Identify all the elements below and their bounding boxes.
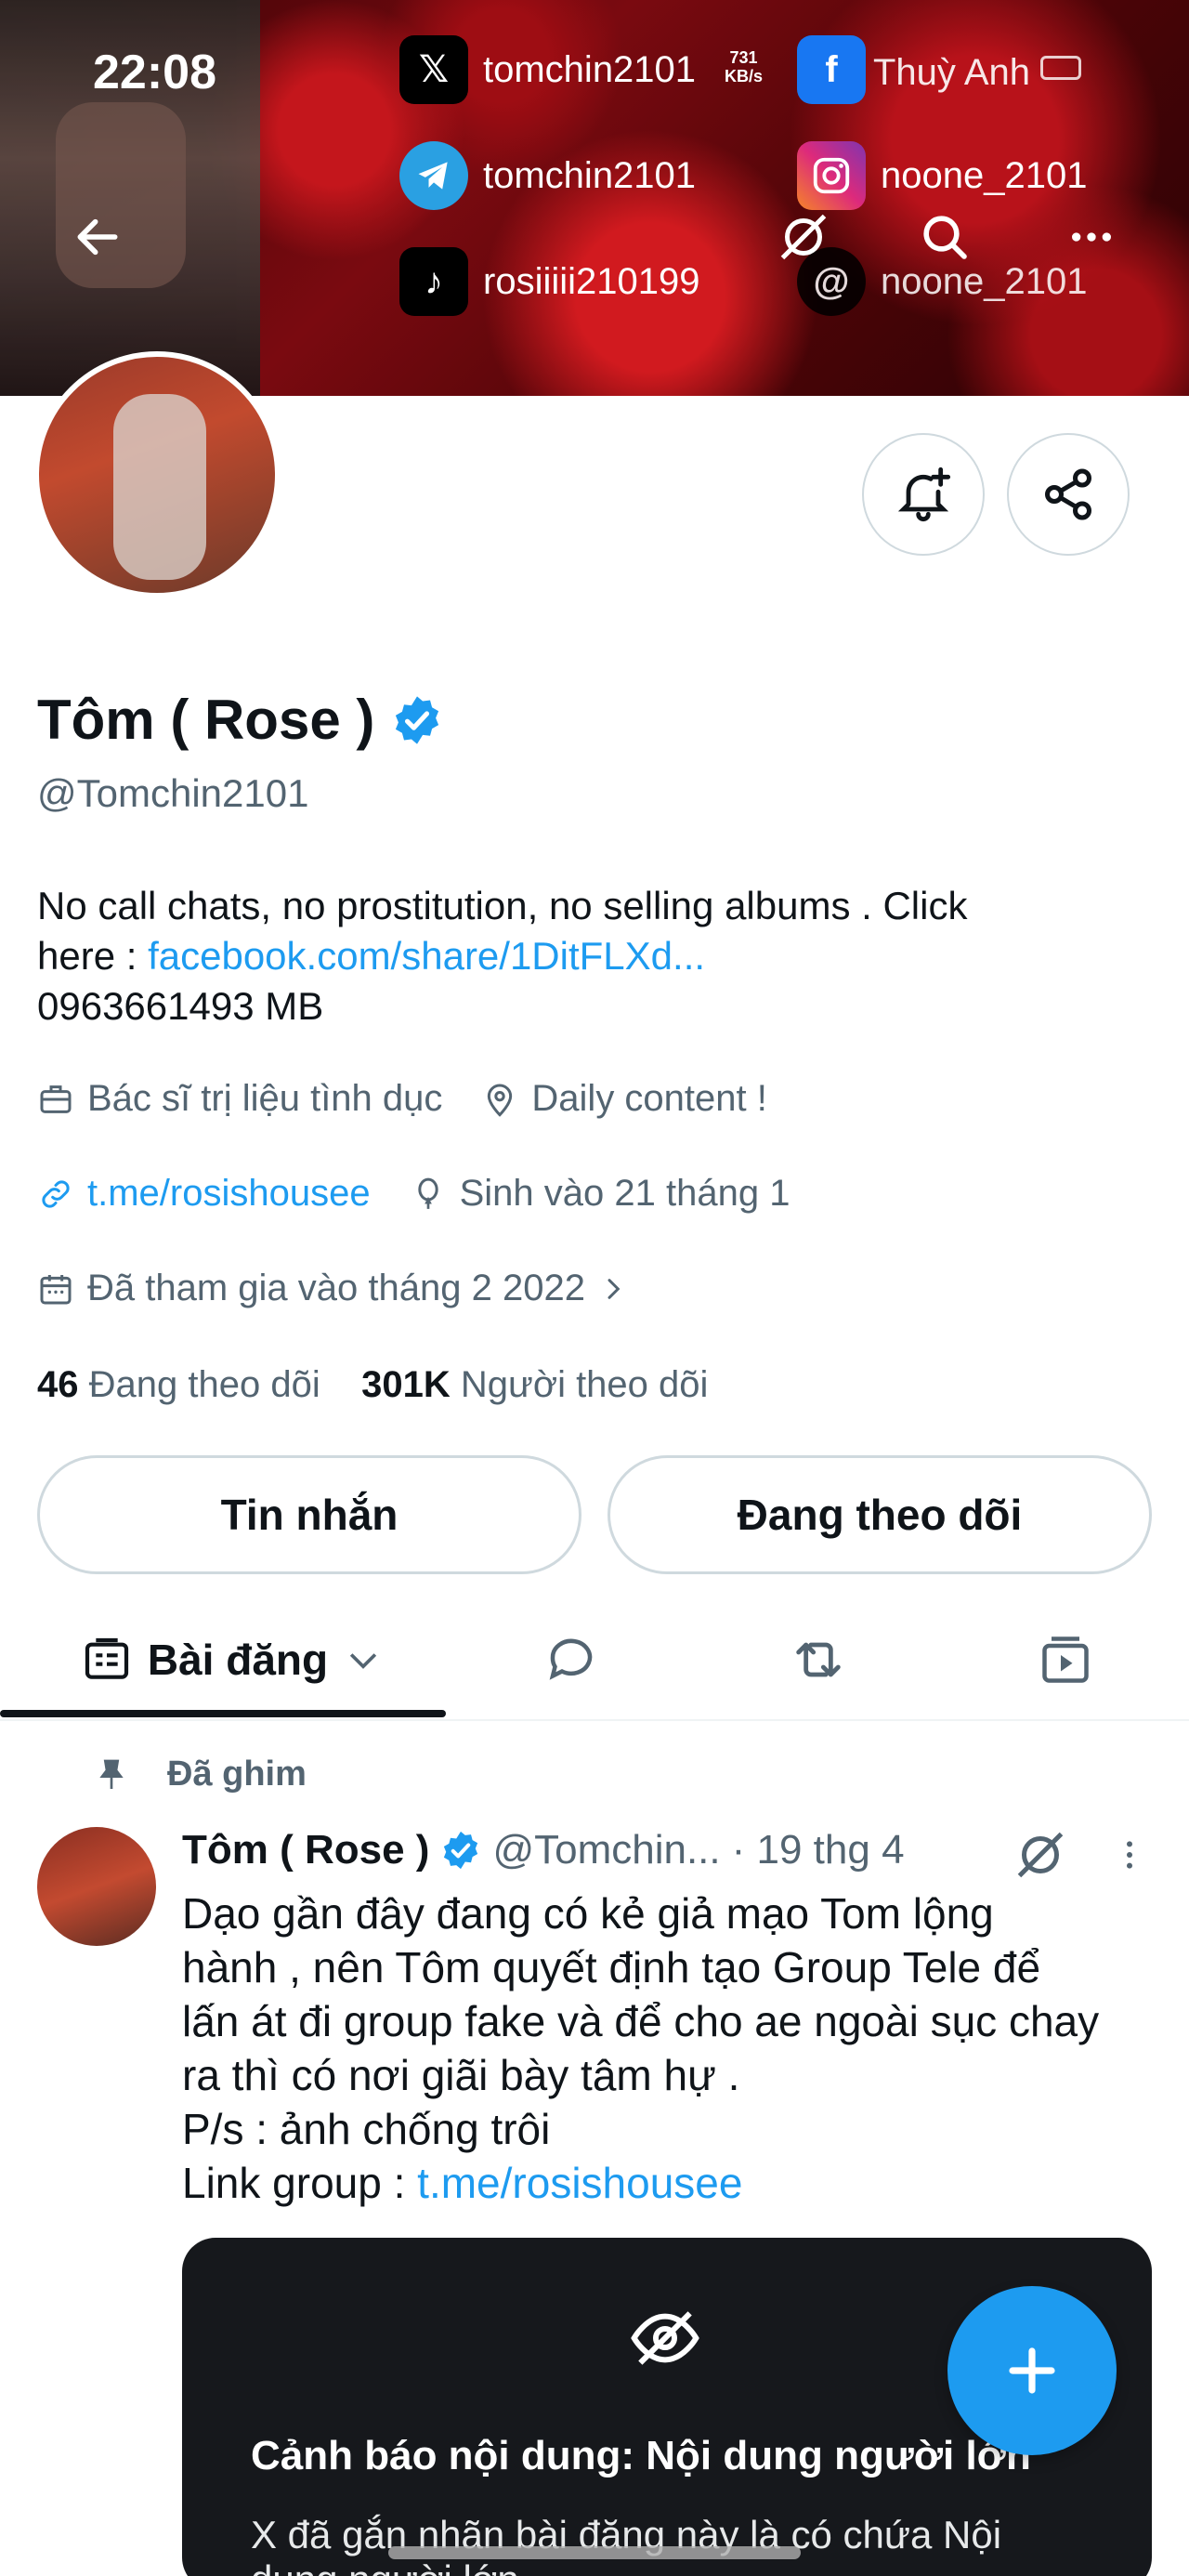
post-line: hành , nên Tôm quyết định tạo Group Tele… bbox=[182, 1943, 1041, 1991]
post-handle: @Tomchin... bbox=[492, 1827, 721, 1873]
chevron-right-icon bbox=[608, 1278, 621, 1299]
social-telegram: tomchin2101 bbox=[399, 141, 696, 210]
repost-icon bbox=[796, 1642, 841, 1677]
bio-line: No call chats, no prostitution, no selli… bbox=[37, 884, 968, 927]
tab-media[interactable] bbox=[1014, 1598, 1117, 1721]
profile-name-text: Tôm ( Rose ) bbox=[37, 689, 375, 751]
x-logo-icon: 𝕏 bbox=[399, 35, 468, 104]
more-button[interactable] bbox=[1059, 204, 1124, 269]
search-icon bbox=[923, 216, 967, 259]
post-line: Dạo gần đây đang có kẻ giả mạo Tom lộng bbox=[182, 1889, 994, 1938]
grok-button[interactable] bbox=[771, 204, 836, 269]
follow-counts: 46 Đang theo dõi 301K Người theo dõi bbox=[37, 1364, 708, 1406]
post-author[interactable]: Tôm ( Rose ) bbox=[182, 1827, 429, 1873]
search-button[interactable] bbox=[912, 204, 977, 269]
media-play-icon bbox=[1042, 1636, 1089, 1683]
grok-icon bbox=[1017, 1832, 1064, 1878]
post-more-button[interactable] bbox=[1111, 1827, 1148, 1886]
profile-birthday: Sinh vào 21 tháng 1 bbox=[459, 1173, 790, 1214]
post-avatar[interactable] bbox=[37, 1827, 156, 1946]
back-button[interactable] bbox=[65, 204, 130, 269]
profile-joined: Đã tham gia vào tháng 2 2022 bbox=[87, 1268, 585, 1308]
profile-meta-row-2: t.me/rosishousee Sinh vào 21 tháng 1 bbox=[37, 1173, 790, 1215]
profile-job: Bác sĩ trị liệu tình dục bbox=[87, 1078, 443, 1119]
post-line: lấn át đi group fake và để cho ae ngoài … bbox=[182, 1997, 1100, 2045]
battery-icon bbox=[1040, 56, 1081, 80]
tab-reposts[interactable] bbox=[767, 1598, 869, 1721]
chevron-down-icon bbox=[349, 1653, 377, 1669]
bio-facebook-link[interactable]: facebook.com/share/1DitFLXd... bbox=[148, 934, 705, 978]
balloon-icon bbox=[417, 1177, 438, 1209]
tab-posts-label: Bài đăng bbox=[147, 1636, 329, 1684]
carrier-name: Thuỳ Anh bbox=[873, 52, 1031, 93]
profile-joined-row[interactable]: Đã tham gia vào tháng 2 2022 bbox=[37, 1268, 628, 1309]
profile-tabs: Bài đăng bbox=[0, 1598, 1189, 1721]
post-group-link[interactable]: t.me/rosishousee bbox=[417, 2159, 742, 2207]
social-tiktok: ♪ rosiiiii210199 bbox=[399, 247, 699, 316]
status-time: 22:08 bbox=[93, 46, 216, 99]
tab-replies[interactable] bbox=[520, 1598, 622, 1721]
social-x: 𝕏 tomchin2101 bbox=[399, 35, 696, 104]
post-line: P/s : ảnh chống trôi bbox=[182, 2105, 551, 2153]
warning-body: X đã gắn nhãn bài đăng này là có chứa Nộ… bbox=[251, 2513, 1002, 2576]
telegram-icon bbox=[399, 141, 468, 210]
pin-icon bbox=[99, 1759, 124, 1789]
arrow-left-icon bbox=[77, 218, 118, 256]
comment-bubble-icon bbox=[549, 1638, 593, 1680]
location-pin-icon bbox=[488, 1084, 513, 1117]
social-instagram: noone_2101 bbox=[797, 141, 1087, 210]
profile-name: Tôm ( Rose ) bbox=[37, 688, 443, 752]
eye-off-icon bbox=[631, 2311, 699, 2365]
pinned-text: Đã ghim bbox=[167, 1755, 307, 1794]
calendar-icon bbox=[40, 1274, 72, 1304]
post-header: Tôm ( Rose ) @Tomchin... · 19 thg 4 bbox=[182, 1827, 905, 1873]
following-link[interactable]: 46 Đang theo dõi bbox=[37, 1364, 320, 1405]
briefcase-icon bbox=[40, 1084, 72, 1113]
post-body: Dạo gần đây đang có kẻ giả mạo Tom lộng … bbox=[182, 1886, 1167, 2210]
bio-phone: 0963661493 MB bbox=[37, 984, 324, 1028]
social-facebook: f bbox=[797, 35, 866, 104]
warning-title: Cảnh báo nội dung: Nội dung người lớn bbox=[251, 2433, 1031, 2478]
post-grok-button[interactable] bbox=[1013, 1827, 1072, 1886]
profile-avatar[interactable] bbox=[33, 351, 281, 598]
verified-badge-icon[interactable] bbox=[391, 694, 443, 746]
followers-link[interactable]: 301K Người theo dõi bbox=[361, 1364, 708, 1405]
post-date[interactable]: · 19 thg 4 bbox=[732, 1827, 905, 1873]
home-indicator[interactable] bbox=[388, 2546, 801, 2559]
bio-here: here : bbox=[37, 934, 149, 978]
profile-meta-row-1: Bác sĩ trị liệu tình dục Daily content ! bbox=[37, 1078, 767, 1120]
profile-location: Daily content ! bbox=[531, 1078, 767, 1119]
profile-handle: @Tomchin2101 bbox=[37, 771, 309, 815]
post-line: ra thì có nơi giãi bày tâm hự . bbox=[182, 2051, 740, 2099]
more-vertical-icon bbox=[1127, 1841, 1132, 1869]
bell-plus-icon bbox=[897, 467, 951, 521]
share-button[interactable] bbox=[1007, 433, 1130, 556]
message-button[interactable]: Tin nhắn bbox=[37, 1455, 581, 1574]
post-link-prefix: Link group : bbox=[182, 2159, 418, 2207]
network-speed: 731 KB/s bbox=[725, 48, 764, 85]
tiktok-icon: ♪ bbox=[399, 247, 468, 316]
notification-button[interactable] bbox=[862, 433, 985, 556]
tab-posts[interactable]: Bài đăng bbox=[65, 1598, 399, 1721]
instagram-icon bbox=[797, 141, 866, 210]
profile-bio: No call chats, no prostitution, no selli… bbox=[37, 881, 1152, 1032]
profile-website-link[interactable]: t.me/rosishousee bbox=[87, 1173, 371, 1215]
plus-icon bbox=[1009, 2347, 1055, 2394]
active-tab-indicator bbox=[0, 1710, 446, 1717]
grok-icon bbox=[780, 214, 827, 260]
posts-feed-icon bbox=[85, 1637, 128, 1679]
compose-post-button[interactable] bbox=[947, 2286, 1117, 2455]
facebook-icon: f bbox=[797, 35, 866, 104]
verified-badge-icon bbox=[444, 1831, 478, 1870]
link-icon bbox=[42, 1179, 70, 1208]
share-icon bbox=[1045, 468, 1091, 520]
pinned-label: Đã ghim bbox=[99, 1755, 307, 1794]
following-button[interactable]: Đang theo dõi bbox=[608, 1455, 1152, 1574]
more-horizontal-icon bbox=[1072, 232, 1111, 242]
